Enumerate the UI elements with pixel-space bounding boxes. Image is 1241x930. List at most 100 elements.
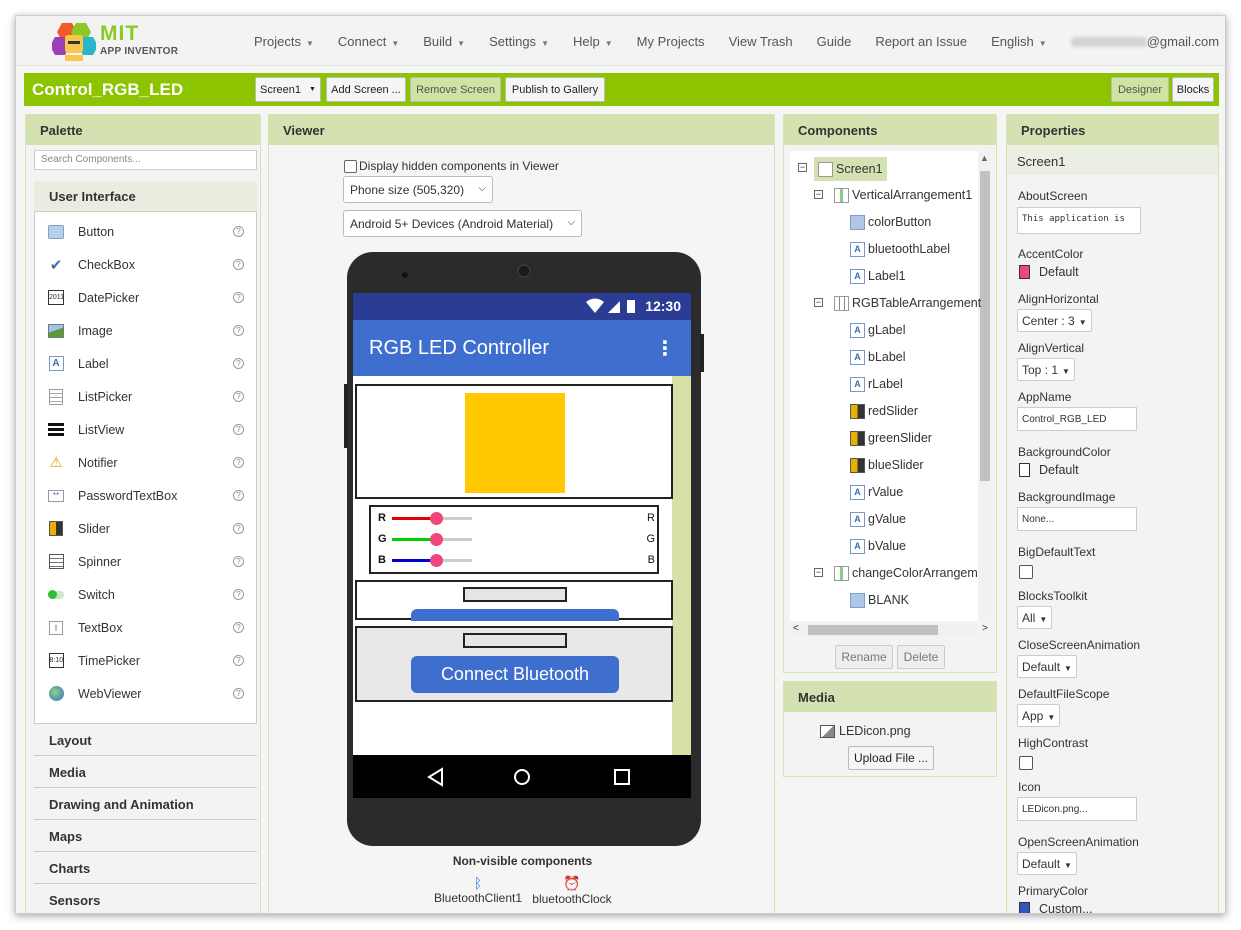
scroll-right-icon[interactable]: > [982,623,988,634]
tree-node-label1[interactable]: A Label1 [850,265,906,287]
phone-size-select[interactable]: Phone size (505,320) ⌵ [343,176,493,203]
help-icon[interactable]: ? [233,655,244,666]
tree-node-gvalue[interactable]: AgValue [850,508,906,530]
category-user-interface[interactable]: User Interface [34,181,257,212]
upload-file-button[interactable]: Upload File ... [848,746,934,770]
display-hidden-checkbox[interactable]: Display hidden components in Viewer [344,159,559,173]
help-icon[interactable]: ? [233,292,244,303]
category-maps[interactable]: Maps [34,821,257,852]
tree-node-blank[interactable]: BLANK [850,589,909,611]
category-sensors[interactable]: Sensors [34,885,257,913]
tree-node-colorbutton[interactable]: colorButton [850,211,931,233]
tree-node-verticalarrangement1[interactable]: − VerticalArrangement1 [814,184,972,206]
palette-item-listpicker[interactable]: ListPicker? [35,380,258,413]
add-screen-button[interactable]: Add Screen ... [326,77,406,102]
blocks-button[interactable]: Blocks [1172,77,1214,102]
tree-node-bvalue[interactable]: AbValue [850,535,906,557]
help-icon[interactable]: ? [233,391,244,402]
collapse-toggle-icon[interactable]: − [798,163,807,172]
slider-thumb[interactable] [430,533,443,546]
nav-settings[interactable]: Settings ▼ [489,34,549,49]
help-icon[interactable]: ? [233,226,244,237]
category-media[interactable]: Media [34,757,257,788]
bg-color-picker[interactable]: Default [1019,463,1079,477]
bluetooth-clock-component[interactable]: ⏰ bluetoothClock [527,875,617,906]
remove-screen-button[interactable]: Remove Screen [410,77,501,102]
collapse-toggle-icon[interactable]: − [814,298,823,307]
nav-help[interactable]: Help ▼ [573,34,613,49]
help-icon[interactable]: ? [233,424,244,435]
nav-report-an-issue[interactable]: Report an Issue [875,34,967,49]
mit-app-inventor-logo[interactable]: MIT APP INVENTOR [52,19,202,63]
checkbox-box[interactable] [344,159,357,173]
bluetooth-client-component[interactable]: ᛒ BluetoothClient1 [433,875,523,905]
change-color-arrangement[interactable] [355,580,673,621]
palette-item-image[interactable]: Image? [35,314,258,347]
tree-node-screen1[interactable]: − Screen1 [798,157,887,181]
big-default-text-checkbox[interactable] [1019,565,1033,579]
overflow-menu-icon[interactable]: ⋮ [655,336,675,361]
slider-thumb[interactable] [430,512,443,525]
nav-build[interactable]: Build ▼ [423,34,465,49]
nav-guide[interactable]: Guide [817,34,852,49]
tree-node-rlabel[interactable]: ArLabel [850,373,903,395]
palette-item-passwordtextbox[interactable]: ** PasswordTextBox? [35,479,258,512]
screen-select-dropdown[interactable]: Screen1 ▼ [255,77,321,102]
tree-node-rgbtablearrangement[interactable]: − RGBTableArrangement [814,292,981,314]
tree-node-greenslider[interactable]: greenSlider [850,427,932,449]
tree-node-changecolorarrangem[interactable]: − changeColorArrangem [814,562,978,584]
collapse-toggle-icon[interactable]: − [814,568,823,577]
help-icon[interactable]: ? [233,622,244,633]
nav-english[interactable]: English ▼ [991,34,1047,49]
palette-item-timepicker[interactable]: 8:10 TimePicker? [35,644,258,677]
high-contrast-checkbox[interactable] [1019,756,1033,770]
nav-my-projects[interactable]: My Projects [637,34,705,49]
palette-item-datepicker[interactable]: 2011 DatePicker? [35,281,258,314]
designer-button[interactable]: Designer [1111,77,1169,102]
tree-node-bluetoothlabel[interactable]: AbluetoothLabel [850,238,950,260]
bg-image-input[interactable]: None... [1017,507,1137,531]
delete-button[interactable]: Delete [897,645,945,669]
primary-color-picker[interactable]: Custom... [1019,902,1093,913]
scroll-left-icon[interactable]: < [793,623,799,634]
scroll-up-icon[interactable]: ▲ [980,153,989,163]
palette-item-switch[interactable]: Switch? [35,578,258,611]
collapse-toggle-icon[interactable]: − [814,190,823,199]
category-drawing-and-animation[interactable]: Drawing and Animation [34,789,257,820]
align-horizontal-select[interactable]: Center : 3 ▼ [1017,309,1092,332]
search-components-input[interactable]: Search Components... [34,150,257,170]
nav-projects[interactable]: Projects ▼ [254,34,314,49]
close-animation-select[interactable]: Default ▼ [1017,655,1077,678]
accent-color-picker[interactable]: Default [1019,265,1079,279]
nav-connect[interactable]: Connect ▼ [338,34,399,49]
help-icon[interactable]: ? [233,490,244,501]
blocks-toolkit-select[interactable]: All ▼ [1017,606,1053,629]
scrollbar-thumb[interactable] [808,625,938,635]
connect-bluetooth-button[interactable]: Connect Bluetooth [411,656,619,693]
about-screen-textarea[interactable]: This application is [1017,207,1141,234]
slider-thumb[interactable] [430,554,443,567]
app-name-input[interactable]: Control_RGB_LED [1017,407,1137,431]
tree-node-blabel[interactable]: AbLabel [850,346,906,368]
palette-item-label[interactable]: A Label? [35,347,258,380]
screen-scrollbar[interactable] [672,376,691,755]
palette-item-slider[interactable]: Slider? [35,512,258,545]
vertical-arrangement1[interactable] [355,384,673,499]
help-icon[interactable]: ? [233,457,244,468]
palette-item-listview[interactable]: ListView? [35,413,258,446]
palette-item-webviewer[interactable]: WebViewer? [35,677,258,710]
tree-node-rvalue[interactable]: ArValue [850,481,903,503]
rgb-table-arrangement[interactable]: RRGGBB [369,505,659,574]
open-animation-select[interactable]: Default ▼ [1017,852,1077,875]
rename-button[interactable]: Rename [835,645,893,669]
theme-select[interactable]: Android 5+ Devices (Android Material) ⌵ [343,210,582,237]
palette-item-textbox[interactable]: I TextBox? [35,611,258,644]
tree-node-blueslider[interactable]: blueSlider [850,454,924,476]
help-icon[interactable]: ? [233,688,244,699]
file-scope-select[interactable]: App ▼ [1017,704,1061,727]
help-icon[interactable]: ? [233,523,244,534]
category-layout[interactable]: Layout [34,725,257,756]
help-icon[interactable]: ? [233,358,244,369]
help-icon[interactable]: ? [233,589,244,600]
publish-gallery-button[interactable]: Publish to Gallery [505,77,605,102]
